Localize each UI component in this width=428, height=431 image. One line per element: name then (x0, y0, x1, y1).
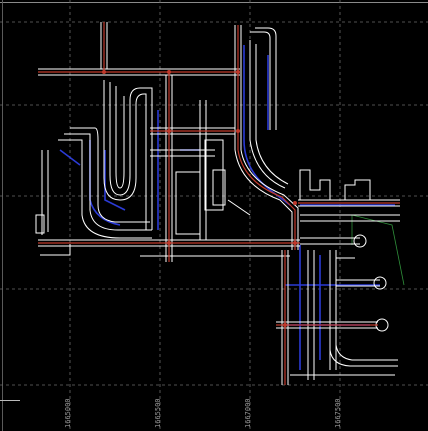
x-axis-label-3: 1667000 (244, 398, 252, 428)
site-boundary (351, 214, 405, 286)
x-axis-label-2: 1665500 (154, 398, 162, 428)
drawing-viewport[interactable]: 1665000 1665500 1667000 1667500 (0, 0, 428, 431)
ucs-corner-mark (0, 400, 20, 401)
cad-drawing[interactable] (0, 0, 428, 431)
x-axis-label-1: 1665000 (64, 398, 72, 428)
x-axis-label-4: 1667500 (334, 398, 342, 428)
road-centerlines (38, 22, 400, 385)
